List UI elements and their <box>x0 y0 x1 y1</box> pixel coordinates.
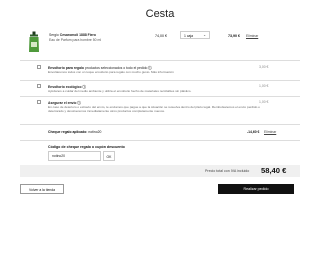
product-description: Eau de Parfum para hombre 50 ml <box>49 38 102 42</box>
page-title: Cesta <box>145 8 175 20</box>
divider <box>20 80 300 81</box>
coupon-amount: -14,60 € <box>247 130 260 134</box>
option-price: 1,00 € <box>259 84 269 88</box>
perfume-bottle-image <box>29 31 39 52</box>
coupon-form-label: Código de cheque regalo o cupón descuent… <box>48 145 125 149</box>
gift-wrap-checkbox[interactable] <box>37 65 41 69</box>
divider <box>20 140 300 141</box>
applied-coupon-row: Cheque regalo aplicado: notino20 -14,60 … <box>20 128 300 138</box>
remove-item-link[interactable]: Eliminar <box>246 34 258 38</box>
chevron-down-icon: ⌄ <box>203 33 206 37</box>
quantity-select[interactable]: 1 caja ⌄ <box>180 31 210 39</box>
checkout-button[interactable]: Realizar pedido <box>218 184 294 194</box>
coupon-code-input[interactable] <box>48 151 101 161</box>
option-description: En caso de deterioro o extravío del enví… <box>48 105 260 113</box>
option-description: Ayúdanos a cuidar del medio ambiente y u… <box>48 89 192 93</box>
total-price: 58,40 € <box>261 166 287 175</box>
product-name[interactable]: Sergio Cesaromoli 1888 Fiero <box>49 33 144 38</box>
option-description: Envoltaremos todos con un toque envoltor… <box>48 70 174 74</box>
divider <box>20 96 300 97</box>
shipping-insurance-option: Asegurar el envío ⓘ En caso de deterioro… <box>28 99 288 119</box>
applied-coupon-label: Cheque regalo aplicado: notino20 <box>48 130 102 134</box>
option-price: 3,00 € <box>259 65 269 69</box>
total-label: Precio total con IVA incluido <box>205 169 250 173</box>
insurance-checkbox[interactable] <box>37 100 41 104</box>
eco-wrap-option: Envoltorio ecológico ⓘ Ayúdanos a cuidar… <box>28 83 288 95</box>
option-price: 1,00 € <box>259 100 269 104</box>
back-to-shop-button[interactable]: Volver a la tienda <box>20 184 64 194</box>
eco-wrap-checkbox[interactable] <box>37 84 41 88</box>
divider <box>20 60 300 61</box>
apply-coupon-button[interactable]: OK <box>103 151 115 161</box>
remove-coupon-link[interactable]: Eliminar <box>264 130 276 134</box>
gift-wrap-option: Envoltorio para regalo productos selecci… <box>28 64 288 78</box>
divider <box>20 124 300 125</box>
cart-item: Sergio Cesaromoli 1888 Fiero Eau de Parf… <box>20 30 300 54</box>
unit-price: 74,00 € <box>155 34 167 38</box>
line-total: 73,90 € <box>228 34 240 38</box>
total-bar: Precio total con IVA incluido 58,40 € <box>20 165 300 177</box>
